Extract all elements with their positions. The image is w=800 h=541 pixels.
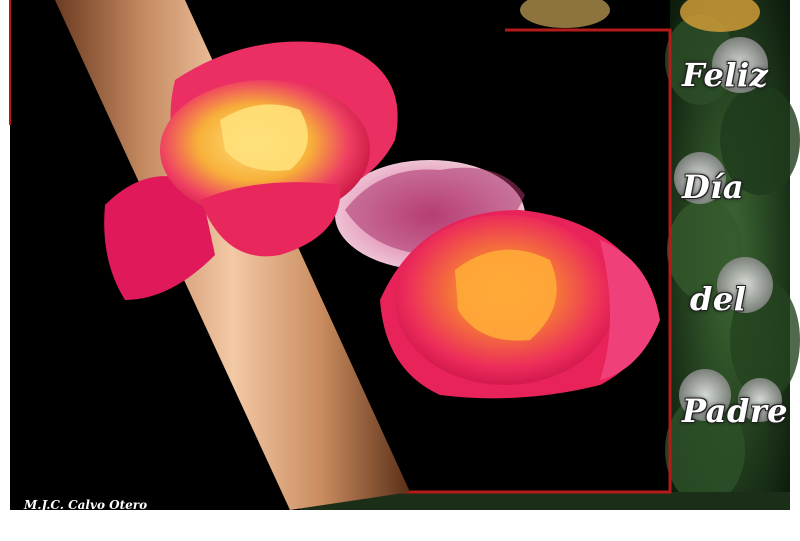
greeting-word-del: del [690, 280, 747, 318]
fathers-day-card: Feliz Día del Padre M.J.C. Calvo Otero [0, 0, 800, 541]
greeting-word-padre: Padre [682, 392, 789, 430]
greeting-word-feliz: Feliz [682, 56, 769, 94]
card-artwork [0, 0, 800, 541]
greeting-word-dia: Día [682, 168, 745, 206]
artist-signature: M.J.C. Calvo Otero [24, 498, 148, 512]
